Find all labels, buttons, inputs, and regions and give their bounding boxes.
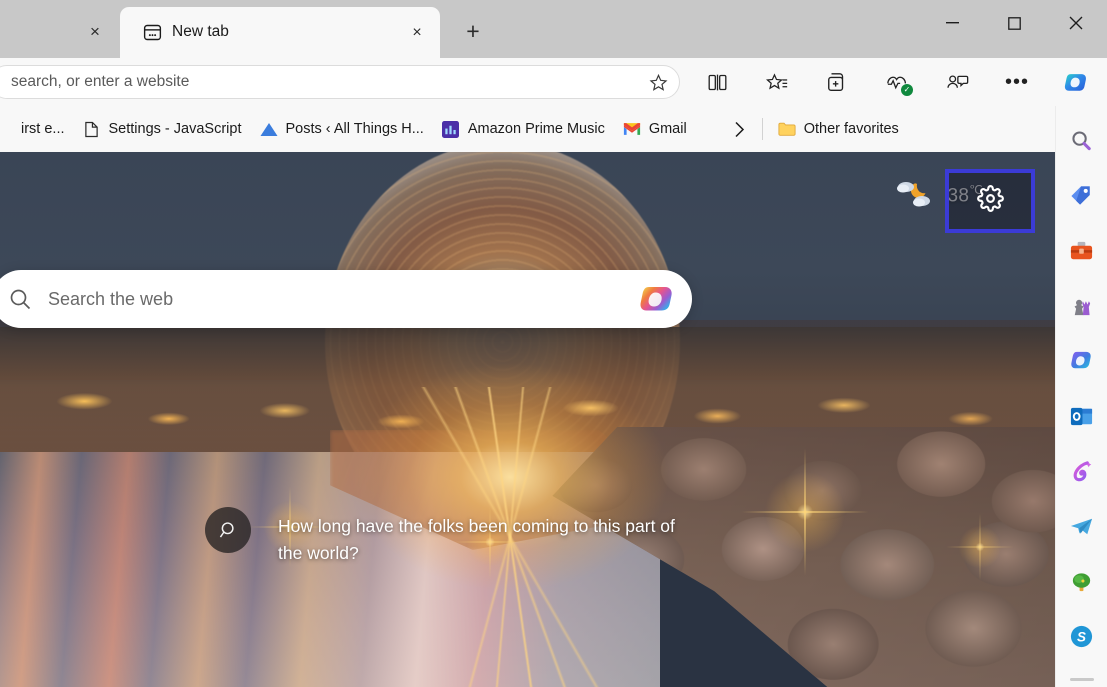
tree-icon: [1069, 569, 1094, 594]
other-favorites-label: Other favorites: [803, 121, 899, 137]
split-screen-icon[interactable]: [687, 62, 747, 102]
copilot-icon[interactable]: [622, 279, 692, 319]
window-controls: [921, 0, 1107, 46]
triangle-icon: [260, 120, 278, 138]
bookmark-label: Gmail: [648, 121, 687, 137]
sidebar-item-shopping[interactable]: [1065, 179, 1099, 213]
price-tag-icon: [1069, 184, 1094, 209]
search-magnifier-icon: [1069, 129, 1094, 154]
search-suggestion[interactable]: How long have the folks been coming to t…: [205, 507, 675, 567]
sidebar-item-search[interactable]: [1065, 124, 1099, 158]
page-settings-button[interactable]: [945, 169, 1035, 233]
close-window-button[interactable]: [1045, 0, 1107, 46]
bookmark-item-3[interactable]: Amazon Prime Music: [433, 114, 614, 144]
search-icon: [0, 287, 48, 311]
outlook-icon: [1069, 404, 1094, 429]
sidebar-item-tree[interactable]: [1065, 564, 1099, 598]
gmail-icon: [623, 120, 641, 138]
status-check-badge: ✓: [901, 84, 913, 96]
sidebar-item-designer[interactable]: [1065, 454, 1099, 488]
sidebar-item-microsoft365[interactable]: [1065, 344, 1099, 378]
suggestion-text: How long have the folks been coming to t…: [278, 516, 675, 563]
bookmark-label: irst e...: [21, 121, 65, 137]
toolbar-actions: ✓ •••: [687, 62, 1107, 102]
bookmark-label: Posts ‹ All Things H...: [285, 121, 424, 137]
sidebar-item-outlook[interactable]: [1065, 399, 1099, 433]
new-tab-icon: [142, 22, 163, 43]
sidebar-item-skype[interactable]: S: [1065, 619, 1099, 653]
svg-text:S: S: [1077, 629, 1086, 644]
new-tab-page: 38℃ Search the web: [0, 152, 1055, 687]
divider: [761, 118, 763, 140]
folder-icon: [778, 120, 796, 138]
bookmark-item-4[interactable]: Gmail: [614, 114, 696, 144]
browser-window: × New tab × + search, or enter a website…: [0, 0, 1107, 687]
sidebar-item-games[interactable]: [1065, 289, 1099, 323]
close-icon[interactable]: ×: [404, 20, 430, 46]
chess-pieces-icon: [1069, 294, 1094, 319]
designer-wand-icon: [1069, 459, 1094, 484]
edge-sidebar: S: [1055, 106, 1107, 687]
bookmark-item-1[interactable]: Settings - JavaScript: [74, 114, 251, 144]
sidebar-item-tools[interactable]: [1065, 234, 1099, 268]
bookmark-label: Amazon Prime Music: [467, 121, 605, 137]
microsoft-365-icon: [1069, 349, 1094, 374]
settings-more-icon[interactable]: •••: [987, 62, 1047, 102]
address-input[interactable]: search, or enter a website: [0, 73, 637, 91]
search-circle-icon: [205, 507, 251, 553]
new-tab-button[interactable]: +: [458, 18, 488, 45]
tab-strip: × New tab × +: [0, 0, 1107, 58]
amazon-music-icon: [442, 120, 460, 138]
browser-essentials-icon[interactable]: ✓: [867, 62, 927, 102]
tab-new-tab[interactable]: New tab ×: [120, 7, 440, 58]
web-search-box[interactable]: Search the web: [0, 270, 692, 328]
gear-icon: [976, 185, 1004, 217]
copilot-icon[interactable]: [1047, 62, 1107, 102]
skype-icon: S: [1069, 624, 1094, 649]
favorites-icon[interactable]: [747, 62, 807, 102]
profile-icon[interactable]: [927, 62, 987, 102]
bookmark-label: Settings - JavaScript: [108, 121, 242, 137]
moon-cloud-icon: [895, 178, 935, 212]
maximize-button[interactable]: [983, 0, 1045, 46]
tab-partial-close-button[interactable]: ×: [78, 20, 112, 42]
search-input[interactable]: Search the web: [48, 289, 622, 310]
navigation-bar: search, or enter a website ✓ •••: [0, 58, 1107, 106]
sidebar-item-telegram[interactable]: [1065, 509, 1099, 543]
sidebar-scroll-rail[interactable]: [1070, 678, 1094, 681]
favorites-bar: irst e... Settings - JavaScript Posts ‹ …: [0, 106, 1107, 152]
bookmarks-overflow-chevron-icon[interactable]: [724, 114, 756, 144]
star-icon[interactable]: [637, 65, 679, 99]
toolbox-icon: [1069, 239, 1094, 264]
address-bar[interactable]: search, or enter a website: [0, 65, 680, 99]
page-icon: [0, 120, 13, 138]
tab-title: New tab: [172, 23, 229, 40]
other-favorites-folder[interactable]: Other favorites: [769, 114, 908, 144]
bookmark-item-0[interactable]: irst e...: [0, 114, 74, 144]
minimize-button[interactable]: [921, 0, 983, 46]
telegram-icon: [1069, 514, 1094, 539]
bookmark-item-2[interactable]: Posts ‹ All Things H...: [251, 114, 433, 144]
collections-icon[interactable]: [807, 62, 867, 102]
page-icon: [83, 120, 101, 138]
